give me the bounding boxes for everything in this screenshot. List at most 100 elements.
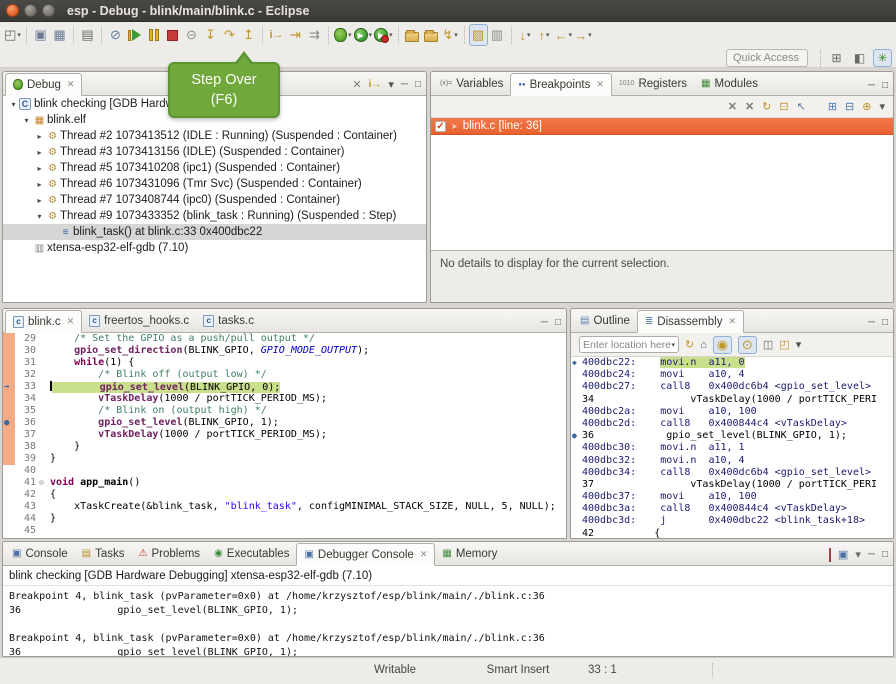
annotation-margin[interactable] (3, 477, 15, 489)
new-wizard-button[interactable]: ◰▾ (3, 24, 22, 46)
debug-tree-item[interactable]: ▥xtensa-esp32-elf-gdb (7.10) (3, 240, 426, 256)
annotation-margin[interactable] (3, 453, 15, 465)
remove-terminated-icon[interactable]: ✕ (352, 78, 361, 91)
disasm-line[interactable]: 400dbc2d: call8 0x400844c4 <vTaskDelay> (571, 418, 893, 430)
cpp-perspective-button[interactable]: ◧ (850, 49, 869, 67)
open-resource-button[interactable] (422, 24, 441, 46)
code-line[interactable]: 38 } (3, 441, 566, 453)
tab-tasks-c[interactable]: ctasks.c (196, 309, 261, 332)
tab-disassembly[interactable]: ≣Disassembly✕ (637, 310, 744, 333)
expand-arrow-icon[interactable]: ▸ (34, 164, 45, 173)
annotation-margin[interactable] (3, 429, 15, 441)
disasm-line[interactable]: ●36 gpio_set_level(BLINK_GPIO, 1); (571, 430, 893, 442)
pin-view-icon[interactable]: ◰ (779, 338, 789, 351)
quick-access-field[interactable]: Quick Access (726, 49, 808, 67)
debug-tree-item[interactable]: ▾⚙Thread #9 1073433352 (blink_task : Run… (3, 208, 426, 224)
mark-occurrences-toggle[interactable]: ▨ (469, 24, 488, 46)
minimize-window-button[interactable] (24, 4, 37, 17)
line-number[interactable]: 32 (15, 369, 39, 381)
close-tab-icon[interactable]: ✕ (728, 316, 736, 327)
minimize-icon[interactable]: ─ (868, 80, 875, 91)
line-number[interactable]: 35 (15, 405, 39, 417)
disasm-line[interactable]: 400dbc24: movi a10, 4 (571, 369, 893, 381)
line-number[interactable]: 29 (15, 333, 39, 345)
tab-console[interactable]: ▣Console (5, 542, 75, 565)
annotation-margin[interactable] (3, 513, 15, 525)
line-number[interactable]: 40 (15, 465, 39, 477)
line-number[interactable]: 43 (15, 501, 39, 513)
code-line[interactable]: 42{ (3, 489, 566, 501)
tab-breakpoints[interactable]: ●●Breakpoints✕ (510, 73, 612, 96)
tab-debug[interactable]: Debug ✕ (5, 73, 82, 96)
debug-tree-item[interactable]: ▸⚙Thread #3 1073413156 (IDLE) (Suspended… (3, 144, 426, 160)
display-console-icon[interactable]: ▣ (838, 548, 848, 561)
go-to-file-icon[interactable]: ⊡ (779, 100, 788, 113)
new-view-icon[interactable]: ◫ (763, 338, 773, 351)
annotation-margin[interactable] (3, 405, 15, 417)
print-button[interactable]: ▤ (78, 24, 97, 46)
show-supported-breakpoints-icon[interactable]: ↻ (762, 100, 771, 113)
minimize-icon[interactable]: ─ (868, 549, 875, 560)
collapse-all-icon[interactable]: ⊟ (845, 100, 854, 113)
disasm-line[interactable]: 400dbc2a: movi a10, 100 (571, 406, 893, 418)
run-button[interactable]: ▶▾ (353, 24, 374, 46)
expand-arrow-icon[interactable]: ▸ (34, 180, 45, 189)
disasm-line[interactable]: 400dbc30: movi.n a11, 1 (571, 442, 893, 454)
disasm-line[interactable]: 400dbc37: movi a10, 100 (571, 491, 893, 503)
disasm-line[interactable]: 400dbc27: call8 0x400dc6b4 <gpio_set_lev… (571, 381, 893, 393)
instruction-stepping-mode-icon[interactable]: i→ (369, 79, 382, 90)
tab-problems[interactable]: ⚠Problems (132, 542, 208, 565)
tab-memory[interactable]: ▦Memory (435, 542, 504, 565)
annotation-margin[interactable]: → (3, 381, 15, 393)
disconnect-button[interactable]: ⊝ (182, 24, 201, 46)
code-line[interactable]: 29 /* Set the GPIO as a push/pull output… (3, 333, 566, 345)
annotation-margin[interactable] (3, 465, 15, 477)
debug-thread-tree[interactable]: ▾Cblink checking [GDB Hardware Debugging… (3, 96, 426, 302)
minimize-icon[interactable]: ─ (868, 317, 875, 328)
resume-button[interactable] (125, 24, 144, 46)
tab-blink-c[interactable]: cblink.c✕ (5, 310, 82, 333)
annotation-margin[interactable] (3, 333, 15, 345)
open-type-button[interactable] (403, 24, 422, 46)
pin-editor-button[interactable]: ▥ (488, 24, 507, 46)
skip-all-breakpoints-button[interactable]: ⊘ (106, 24, 125, 46)
annotation-margin[interactable] (3, 525, 15, 537)
forward-button[interactable]: →▾ (573, 24, 593, 46)
disasm-line[interactable]: 37 vTaskDelay(1000 / portTICK_PERI (571, 479, 893, 491)
use-step-filters-button[interactable]: ⇥ (286, 24, 305, 46)
code-line[interactable]: 32 /* Blink off (output low) */ (3, 369, 566, 381)
tab-debugger-console[interactable]: ▣Debugger Console✕ (296, 543, 435, 566)
show-source-toggle[interactable]: ◉ (713, 336, 732, 354)
step-over-button[interactable]: ↷ (220, 24, 239, 46)
terminate-console-icon[interactable] (829, 549, 831, 561)
expand-arrow-icon[interactable]: ▸ (34, 196, 45, 205)
code-line[interactable]: 43 xTaskCreate(&blink_task, "blink_task"… (3, 501, 566, 513)
close-tab-icon[interactable]: ✕ (420, 549, 428, 560)
disasm-line[interactable]: 34 vTaskDelay(1000 / portTICK_PERI (571, 394, 893, 406)
breakpoint-item[interactable]: ✓➤blink.c [line: 36] (431, 118, 893, 135)
chevron-down-icon[interactable]: ▾ (855, 548, 861, 561)
line-number[interactable]: 33 (15, 381, 39, 393)
close-tab-icon[interactable]: ✕ (67, 79, 75, 90)
minimize-icon[interactable]: ─ (541, 317, 548, 328)
expand-arrow-icon[interactable]: ▾ (8, 100, 19, 109)
code-line[interactable]: 39} (3, 453, 566, 465)
open-perspective-button[interactable]: ⊞ (827, 49, 846, 67)
disasm-line[interactable]: 400dbc3a: call8 0x400844c4 <vTaskDelay> (571, 503, 893, 515)
debug-button[interactable]: ▾ (333, 24, 353, 46)
line-number[interactable]: 44 (15, 513, 39, 525)
annotation-margin[interactable] (3, 369, 15, 381)
disassembly-listing[interactable]: ◆400dbc22: movi.n a11, 0400dbc24: movi a… (571, 357, 893, 538)
annotation-margin[interactable]: ● (3, 417, 15, 429)
line-number[interactable]: 38 (15, 441, 39, 453)
fold-marker-icon[interactable]: ⊖ (39, 477, 48, 489)
maximize-icon[interactable]: □ (882, 80, 888, 91)
expand-arrow-icon[interactable]: ▸ (34, 148, 45, 157)
step-return-button[interactable]: ↥ (239, 24, 258, 46)
debug-tree-item[interactable]: ▸⚙Thread #6 1073431096 (Tmr Svc) (Suspen… (3, 176, 426, 192)
line-number[interactable]: 30 (15, 345, 39, 357)
select-default-icon[interactable]: ↖ (797, 100, 806, 113)
annotation-margin[interactable] (3, 357, 15, 369)
debug-tree-item[interactable]: ▸⚙Thread #7 1073408744 (ipc0) (Suspended… (3, 192, 426, 208)
track-expression-toggle[interactable]: ⊙ (738, 336, 757, 354)
